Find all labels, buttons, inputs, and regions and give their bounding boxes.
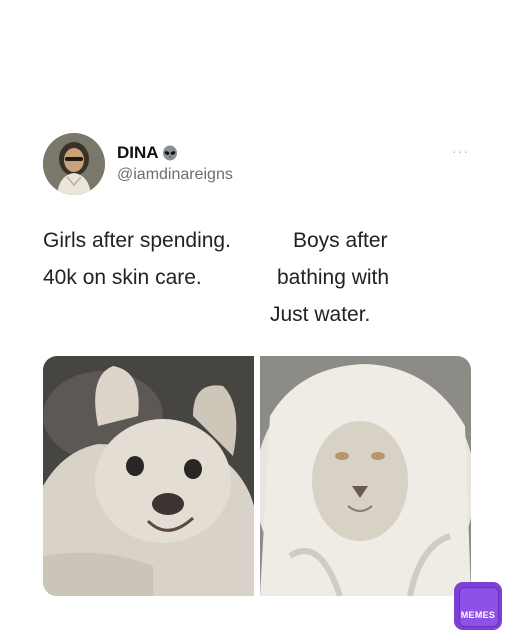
caption-right-line1: Boys after xyxy=(293,229,388,252)
memes-watermark-badge: MEMES xyxy=(454,582,502,630)
dog-image[interactable] xyxy=(43,356,254,596)
display-name-text: DINA xyxy=(117,143,159,162)
user-handle[interactable]: @iamdinareigns xyxy=(117,166,233,184)
memes-watermark-label: MEMES xyxy=(460,610,496,620)
caption-left-line2: 40k on skin care. xyxy=(43,266,202,289)
display-name: DINA xyxy=(117,143,178,166)
caption-right-line2: bathing with xyxy=(277,266,390,289)
alien-icon xyxy=(162,145,178,166)
avatar[interactable] xyxy=(43,133,105,195)
media-grid[interactable] xyxy=(43,356,471,596)
lion-image[interactable] xyxy=(260,356,471,596)
memes-logo-icon xyxy=(459,587,499,627)
caption-right-line3: Just water. xyxy=(270,303,371,326)
caption-left-line1: Girls after spending. xyxy=(43,229,231,252)
more-options-icon[interactable]: ··· xyxy=(452,143,469,159)
tweet-card: DINA @iamdinareigns ··· Girls after spen… xyxy=(0,0,512,640)
